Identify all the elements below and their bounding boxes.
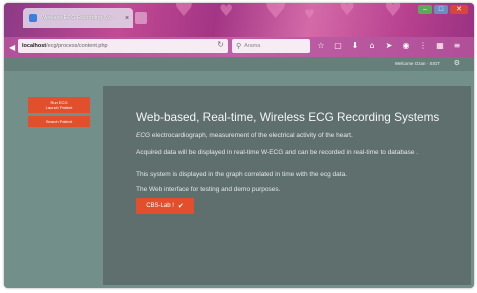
heart-icon: ♥ — [174, 3, 194, 22]
extension-icon[interactable]: ▦ — [435, 40, 445, 52]
home-icon[interactable]: ⌂ — [367, 40, 377, 52]
back-icon[interactable]: ◀ — [9, 43, 15, 52]
screen: ♥ ♥ ♥ ♥ ♥ ♥ Wireless ECG Recording Sy...… — [0, 0, 477, 293]
sidebar-item-label: Search Patient — [45, 119, 73, 124]
sidebar-item-search-patient[interactable]: Search Patient — [28, 116, 90, 127]
sidebar-item-sublabel: Launch Patient — [45, 105, 73, 110]
close-window-button[interactable]: ✕ — [450, 5, 468, 14]
browser-toolbar: ☆ ▢ ⬇ ⌂ ➤ ◉ ⋮ ▦ ≡ — [316, 40, 462, 52]
more-icon[interactable]: ⋮ — [418, 40, 428, 52]
welcome-text: Welcome Ozan · SIGT — [394, 61, 440, 66]
tab-title: Wireless ECG Recording Sy... — [41, 15, 115, 21]
url-path: /ecg/process/content.php — [46, 43, 108, 49]
new-tab-button[interactable] — [135, 12, 147, 24]
url-host: localhost — [22, 43, 47, 49]
browser-window: ♥ ♥ ♥ ♥ ♥ ♥ Wireless ECG Recording Sy...… — [4, 3, 474, 288]
address-bar[interactable]: localhost /ecg/process/content.php ↻ — [18, 39, 228, 53]
chat-icon[interactable]: ◉ — [401, 40, 411, 52]
download-icon[interactable]: ⬇ — [350, 40, 360, 52]
description-paragraph: Acquired data will be displayed in real-… — [136, 149, 419, 156]
site-favicon-icon — [29, 14, 37, 22]
sidebar-item-run-ecg[interactable]: Run ECG Launch Patient — [28, 97, 90, 113]
maximize-button[interactable]: □ — [434, 5, 448, 14]
heart-icon: ♥ — [264, 3, 288, 25]
reload-icon[interactable]: ↻ — [217, 40, 224, 49]
browser-tab-active[interactable]: Wireless ECG Recording Sy... × — [23, 8, 133, 28]
search-icon: ⚲ — [236, 43, 242, 50]
sidebar: Run ECG Launch Patient Search Patient — [28, 97, 90, 130]
page-title: Web-based, Real-time, Wireless ECG Recor… — [136, 110, 440, 124]
intro-paragraph: ECG electrocardiograph, measurement of t… — [136, 131, 436, 140]
close-tab-icon[interactable]: × — [125, 15, 129, 22]
demo-paragraph: The Web interface for testing and demo p… — [136, 186, 281, 193]
star-icon[interactable]: ☆ — [316, 40, 326, 52]
check-icon: ✔ — [177, 202, 184, 210]
intro-em: ECG — [136, 132, 151, 139]
cbs-lab-button[interactable]: CBS-Lab ! ✔ — [136, 198, 194, 214]
user-icon[interactable]: ⚙ — [454, 59, 460, 67]
graph-paragraph: This system is displayed in the graph co… — [136, 171, 347, 178]
hero-panel: Web-based, Real-time, Wireless ECG Recor… — [103, 86, 471, 285]
window-controls: – □ ✕ — [418, 5, 468, 14]
heart-icon: ♥ — [304, 7, 315, 21]
menu-icon[interactable]: ≡ — [452, 40, 462, 52]
page-header-bar: Welcome Ozan · SIGT ⚙ — [4, 57, 474, 71]
web-page: Welcome Ozan · SIGT ⚙ Run ECG Launch Pat… — [4, 57, 474, 288]
cta-label: CBS-Lab ! — [146, 203, 174, 209]
send-icon[interactable]: ➤ — [384, 40, 394, 52]
heart-icon: ♥ — [339, 3, 356, 20]
heart-icon: ♥ — [384, 3, 402, 21]
minimize-button[interactable]: – — [418, 5, 432, 14]
browser-navbar: ◀ localhost /ecg/process/content.php ↻ ⚲… — [4, 37, 474, 57]
browser-titlebar: ♥ ♥ ♥ ♥ ♥ ♥ Wireless ECG Recording Sy...… — [4, 3, 474, 37]
search-placeholder: Arama — [244, 43, 261, 49]
clipboard-icon[interactable]: ▢ — [333, 40, 343, 52]
search-bar[interactable]: ⚲ Arama — [232, 39, 310, 53]
intro-rest: electrocardiograph, measurement of the e… — [150, 132, 353, 139]
heart-icon: ♥ — [219, 3, 234, 20]
